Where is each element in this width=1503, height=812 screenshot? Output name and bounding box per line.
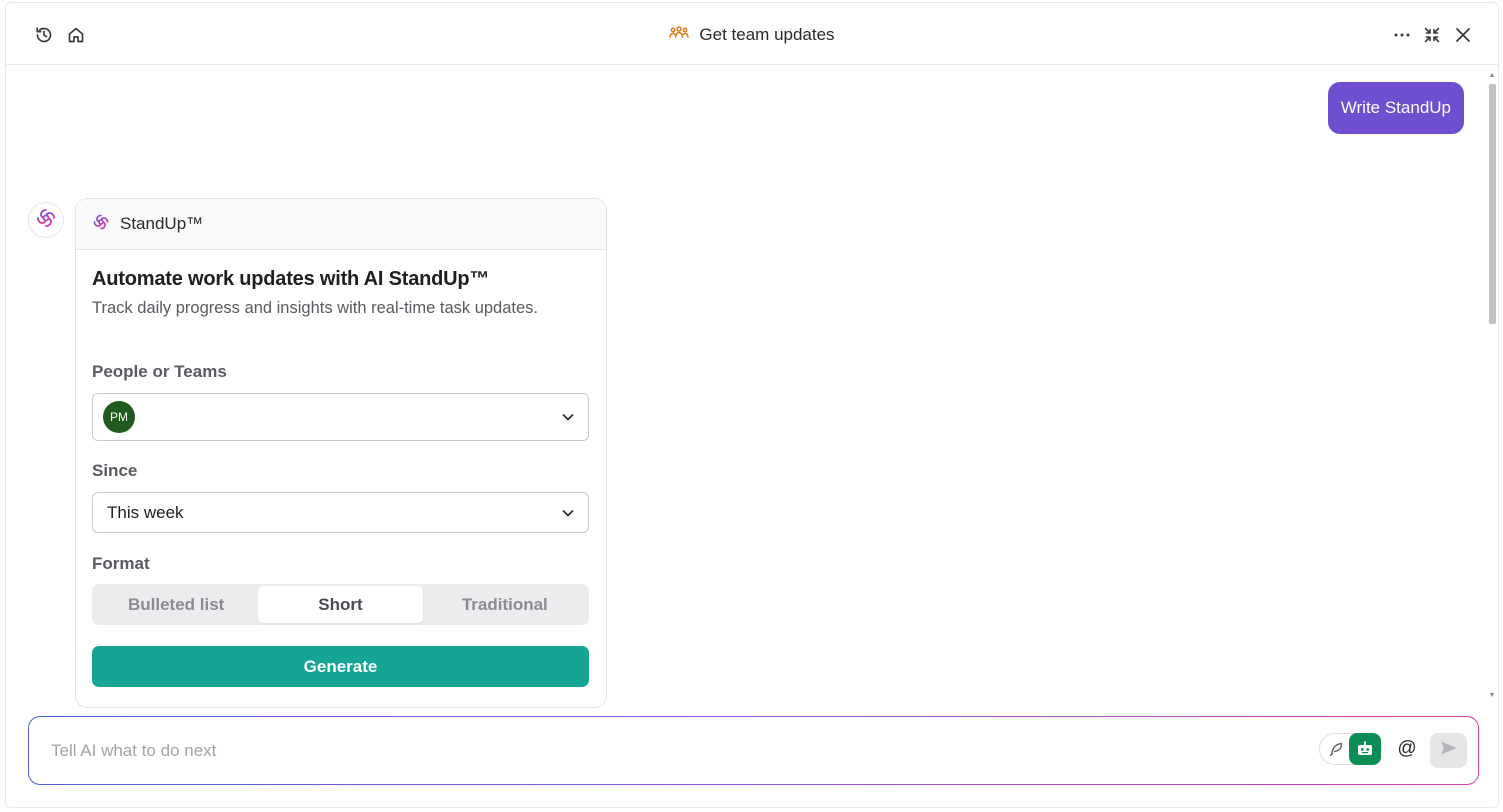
chevron-down-icon [562, 509, 574, 516]
card-title: Automate work updates with AI StandUp™ [92, 268, 490, 290]
send-icon [1439, 738, 1459, 763]
ai-prompt-input[interactable] [51, 717, 1251, 784]
ai-chat-window: Get team updates ▲ ▼ Write StandUp Stand… [5, 2, 1499, 808]
scroll-up-arrow[interactable]: ▲ [1488, 72, 1496, 80]
format-option-short[interactable]: Short [258, 586, 423, 623]
quill-icon[interactable] [1322, 736, 1350, 762]
ai-input-container: @ [28, 716, 1479, 785]
send-button[interactable] [1430, 733, 1467, 768]
standup-logo-icon [92, 213, 110, 236]
people-label: People or Teams [92, 362, 227, 381]
since-value: This week [107, 502, 184, 522]
chevron-down-icon [562, 414, 574, 421]
ai-avatar [28, 202, 64, 238]
chat-header: Get team updates [6, 3, 1498, 65]
chat-area[interactable]: ▲ ▼ Write StandUp StandUp™ Automate work… [6, 66, 1498, 708]
format-option-bulleted-list[interactable]: Bulleted list [94, 586, 258, 623]
since-select[interactable]: This week [92, 492, 589, 533]
header-title-group: Get team updates [6, 23, 1498, 47]
collapse-icon[interactable] [1420, 23, 1444, 47]
card-header-label: StandUp™ [120, 214, 204, 233]
card-header: StandUp™ [76, 199, 606, 250]
close-icon[interactable] [1451, 23, 1475, 47]
format-option-traditional[interactable]: Traditional [423, 586, 587, 623]
format-segmented-control: Bulleted list Short Traditional [92, 584, 589, 625]
format-label: Format [92, 554, 150, 573]
ai-input-inner: @ [29, 717, 1478, 784]
people-select[interactable]: PM [92, 393, 589, 441]
more-icon[interactable] [1390, 23, 1414, 47]
header-title: Get team updates [699, 25, 835, 44]
team-icon [669, 25, 690, 46]
ai-brain-icon [35, 207, 57, 234]
generate-button[interactable]: Generate [92, 646, 589, 687]
scroll-down-arrow[interactable]: ▼ [1488, 692, 1496, 700]
mention-button[interactable]: @ [1395, 737, 1419, 761]
avatar: PM [103, 401, 135, 433]
since-label: Since [92, 461, 138, 480]
card-subtitle: Track daily progress and insights with r… [92, 299, 538, 317]
card-body: Automate work updates with AI StandUp™ T… [76, 250, 606, 687]
ai-agent-icon[interactable] [1349, 733, 1381, 765]
standup-card: StandUp™ Automate work updates with AI S… [75, 198, 607, 708]
user-message-bubble: Write StandUp [1327, 82, 1464, 134]
scrollbar[interactable]: ▲ ▼ [1488, 72, 1496, 699]
scrollbar-thumb[interactable] [1489, 84, 1496, 324]
mode-toggle[interactable] [1319, 733, 1382, 765]
